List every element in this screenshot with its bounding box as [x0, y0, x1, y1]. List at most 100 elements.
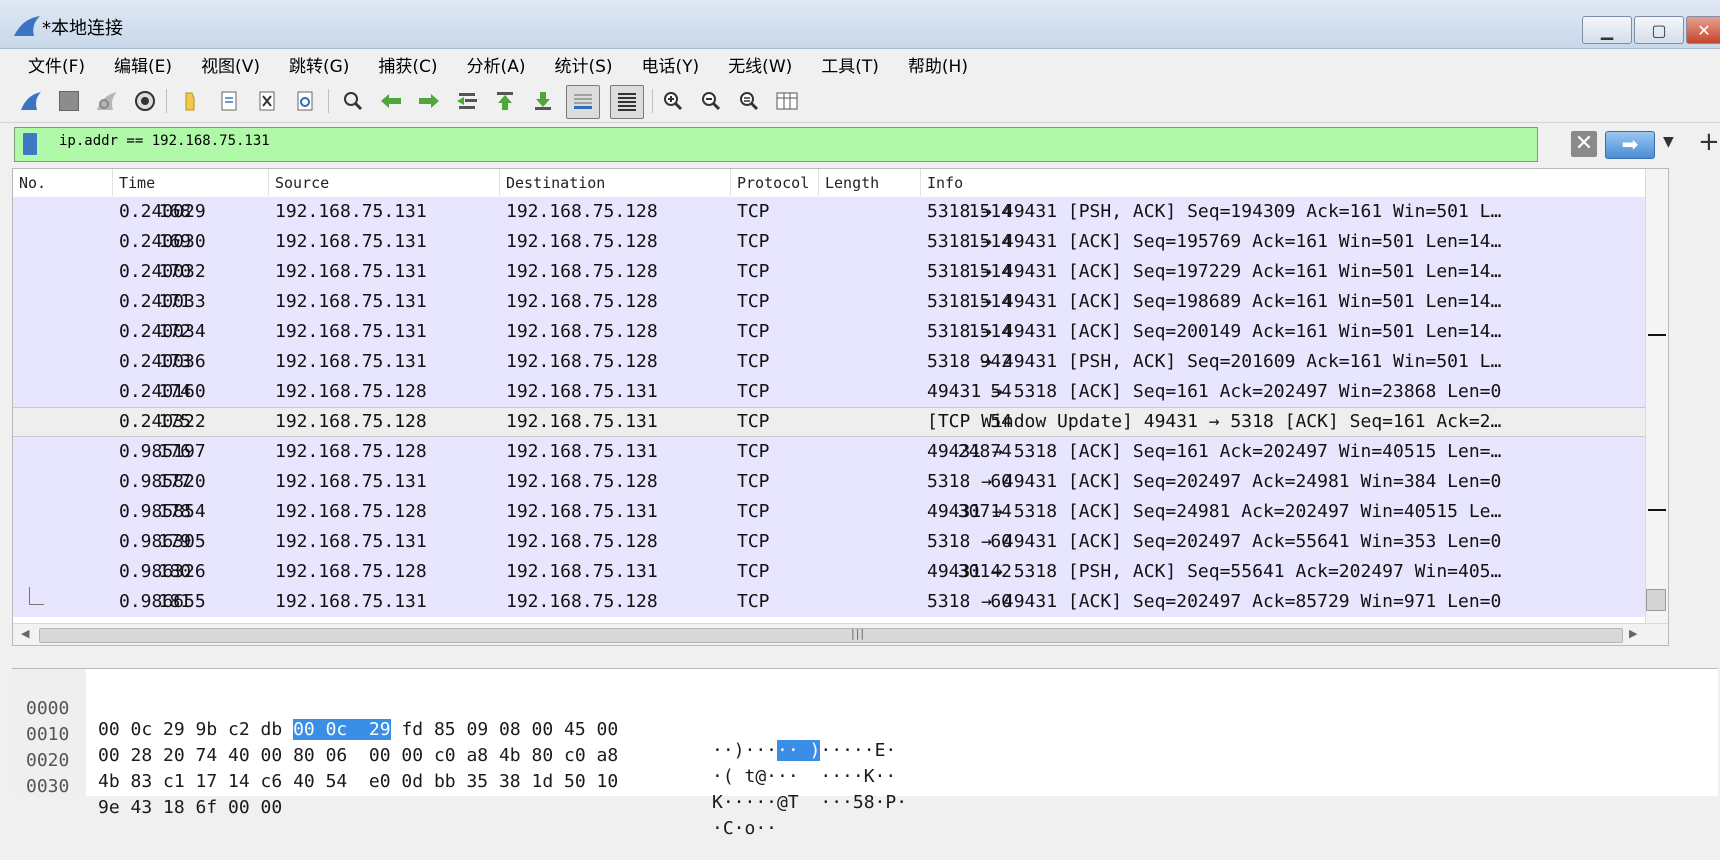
table-row[interactable]: 177 0.985820 192.168.75.131 192.168.75.1…	[13, 467, 1668, 497]
cell-protocol: TCP	[737, 531, 770, 552]
menu-help[interactable]: 帮助(H)	[894, 52, 982, 77]
zoom-in-icon[interactable]	[658, 86, 688, 116]
close-file-icon[interactable]	[252, 86, 282, 116]
add-filter-button-icon[interactable]: +	[1698, 127, 1720, 157]
table-row[interactable]: 179 0.986305 192.168.75.131 192.168.75.1…	[13, 527, 1668, 557]
filter-bookmark-icon[interactable]	[23, 133, 37, 155]
stop-capture-icon[interactable]	[54, 86, 84, 116]
packet-list-minimap-scrollbar[interactable]	[1645, 169, 1668, 645]
table-row[interactable]: 172 0.240034 192.168.75.131 192.168.75.1…	[13, 317, 1668, 347]
cell-source: 192.168.75.131	[275, 321, 427, 342]
window-title: *本地连接	[42, 18, 123, 39]
table-row[interactable]: 181 0.986655 192.168.75.131 192.168.75.1…	[13, 587, 1668, 617]
go-back-icon[interactable]	[376, 86, 406, 116]
cell-destination: 192.168.75.131	[506, 501, 658, 522]
restart-capture-icon[interactable]	[92, 86, 122, 116]
table-row[interactable]: 168 0.240029 192.168.75.131 192.168.75.1…	[13, 197, 1668, 227]
cell-time: 0.240033	[119, 291, 206, 312]
cell-protocol: TCP	[737, 561, 770, 582]
clear-filter-button[interactable]: ✕	[1571, 131, 1597, 157]
maximize-button[interactable]: ▢	[1634, 16, 1684, 44]
close-button[interactable]: ✕	[1686, 16, 1720, 44]
scroll-left-icon[interactable]: ◀	[21, 627, 29, 640]
capture-options-icon[interactable]	[130, 86, 160, 116]
cell-source: 192.168.75.131	[275, 591, 427, 612]
ascii-highlight: ·· )	[777, 740, 821, 761]
save-file-icon[interactable]	[214, 86, 244, 116]
shark-fin-start-icon[interactable]	[16, 86, 46, 116]
column-info[interactable]: Info	[927, 174, 963, 192]
cell-time: 0.240029	[119, 201, 206, 222]
menu-analyze[interactable]: 分析(A)	[453, 52, 540, 77]
table-row[interactable]: 174 0.240160 192.168.75.128 192.168.75.1…	[13, 377, 1668, 407]
column-destination[interactable]: Destination	[506, 174, 605, 192]
cell-protocol: TCP	[737, 261, 770, 282]
cell-info: 5318 → 49431 [ACK] Seq=200149 Ack=161 Wi…	[927, 321, 1502, 342]
minimize-button[interactable]: ▁	[1582, 16, 1632, 44]
table-row[interactable]: 180 0.986326 192.168.75.128 192.168.75.1…	[13, 557, 1668, 587]
menu-bar: 文件(F) 编辑(E) 视图(V) 跳转(G) 捕获(C) 分析(A) 统计(S…	[0, 49, 1720, 80]
hex-bytes[interactable]: 00 0c 29 9b c2 db 00 0c 29 fd 85 09 08 0…	[98, 719, 618, 740]
cell-info: 5318 → 49431 [ACK] Seq=195769 Ack=161 Wi…	[927, 231, 1502, 252]
ascii-bytes[interactable]: K·····@T ···58·P·	[712, 792, 907, 813]
normal-size-icon[interactable]	[734, 86, 764, 116]
menu-file[interactable]: 文件(F)	[14, 52, 99, 77]
menu-statistics[interactable]: 统计(S)	[540, 52, 626, 77]
open-file-icon[interactable]	[176, 86, 206, 116]
menu-edit[interactable]: 编辑(E)	[100, 52, 186, 77]
go-first-packet-icon[interactable]	[490, 86, 520, 116]
column-no[interactable]: No.	[19, 174, 46, 192]
cell-destination: 192.168.75.128	[506, 261, 658, 282]
table-row[interactable]: 178 0.985854 192.168.75.128 192.168.75.1…	[13, 497, 1668, 527]
display-filter-value[interactable]: ip.addr == 192.168.75.131	[59, 133, 270, 149]
column-length[interactable]: Length	[825, 174, 879, 192]
table-row[interactable]: 170 0.240032 192.168.75.131 192.168.75.1…	[13, 257, 1668, 287]
go-to-packet-icon[interactable]	[452, 86, 482, 116]
resize-columns-icon[interactable]	[772, 86, 802, 116]
cell-source: 192.168.75.131	[275, 261, 427, 282]
cell-destination: 192.168.75.128	[506, 321, 658, 342]
column-protocol[interactable]: Protocol	[737, 174, 809, 192]
cell-time: 0.985820	[119, 471, 206, 492]
menu-capture[interactable]: 捕获(C)	[364, 52, 451, 77]
scrollbar-thumb[interactable]	[39, 628, 1623, 643]
hex-bytes[interactable]: 9e 43 18 6f 00 00	[98, 797, 282, 818]
packet-list: No. Time Source Destination Protocol Len…	[12, 168, 1669, 646]
table-row[interactable]: 173 0.240036 192.168.75.131 192.168.75.1…	[13, 347, 1668, 377]
colorize-icon[interactable]	[610, 85, 644, 119]
column-source[interactable]: Source	[275, 174, 329, 192]
ascii-bytes[interactable]: ·C·o··	[712, 818, 777, 839]
display-filter-input[interactable]: ip.addr == 192.168.75.131	[14, 127, 1538, 162]
filter-history-dropdown-icon[interactable]: ▼	[1663, 134, 1674, 150]
conversation-bracket-end	[29, 587, 44, 605]
table-row[interactable]: 171 0.240033 192.168.75.131 192.168.75.1…	[13, 287, 1668, 317]
menu-view[interactable]: 视图(V)	[187, 52, 274, 77]
scroll-right-icon[interactable]: ▶	[1629, 627, 1637, 640]
go-forward-icon[interactable]	[414, 86, 444, 116]
menu-wireless[interactable]: 无线(W)	[714, 52, 806, 77]
table-row-selected[interactable]: 175 0.240322 192.168.75.128 192.168.75.1…	[13, 407, 1668, 437]
cell-info: 49431 → 5318 [ACK] Seq=161 Ack=202497 Wi…	[927, 381, 1502, 402]
ascii-bytes[interactable]: ·( t@··· ····K··	[712, 766, 896, 787]
column-time[interactable]: Time	[119, 174, 155, 192]
hex-bytes[interactable]: 00 28 20 74 40 00 80 06 00 00 c0 a8 4b 8…	[98, 745, 618, 766]
table-row[interactable]: 176 0.985197 192.168.75.128 192.168.75.1…	[13, 437, 1668, 467]
cell-time: 0.240160	[119, 381, 206, 402]
hex-bytes[interactable]: 4b 83 c1 17 14 c6 40 54 e0 0d bb 35 38 1…	[98, 771, 618, 792]
reload-file-icon[interactable]	[290, 86, 320, 116]
autoscroll-icon[interactable]	[566, 85, 600, 119]
cell-destination: 192.168.75.131	[506, 411, 658, 432]
ascii-bytes[interactable]: ··)····· )·····E·	[712, 740, 896, 761]
menu-go[interactable]: 跳转(G)	[275, 52, 363, 77]
zoom-out-icon[interactable]	[696, 86, 726, 116]
menu-telephony[interactable]: 电话(Y)	[628, 52, 714, 77]
go-last-packet-icon[interactable]	[528, 86, 558, 116]
apply-filter-button[interactable]: ➡	[1605, 131, 1655, 159]
cell-info: 5318 → 49431 [ACK] Seq=197229 Ack=161 Wi…	[927, 261, 1502, 282]
cell-protocol: TCP	[737, 351, 770, 372]
table-row[interactable]: 169 0.240030 192.168.75.131 192.168.75.1…	[13, 227, 1668, 257]
packet-list-horizontal-scrollbar[interactable]: ◀ ||| ▶	[13, 623, 1668, 645]
find-packet-icon[interactable]	[338, 86, 368, 116]
menu-tools[interactable]: 工具(T)	[807, 52, 893, 77]
cell-info: [TCP Window Update] 49431 → 5318 [ACK] S…	[927, 411, 1502, 432]
